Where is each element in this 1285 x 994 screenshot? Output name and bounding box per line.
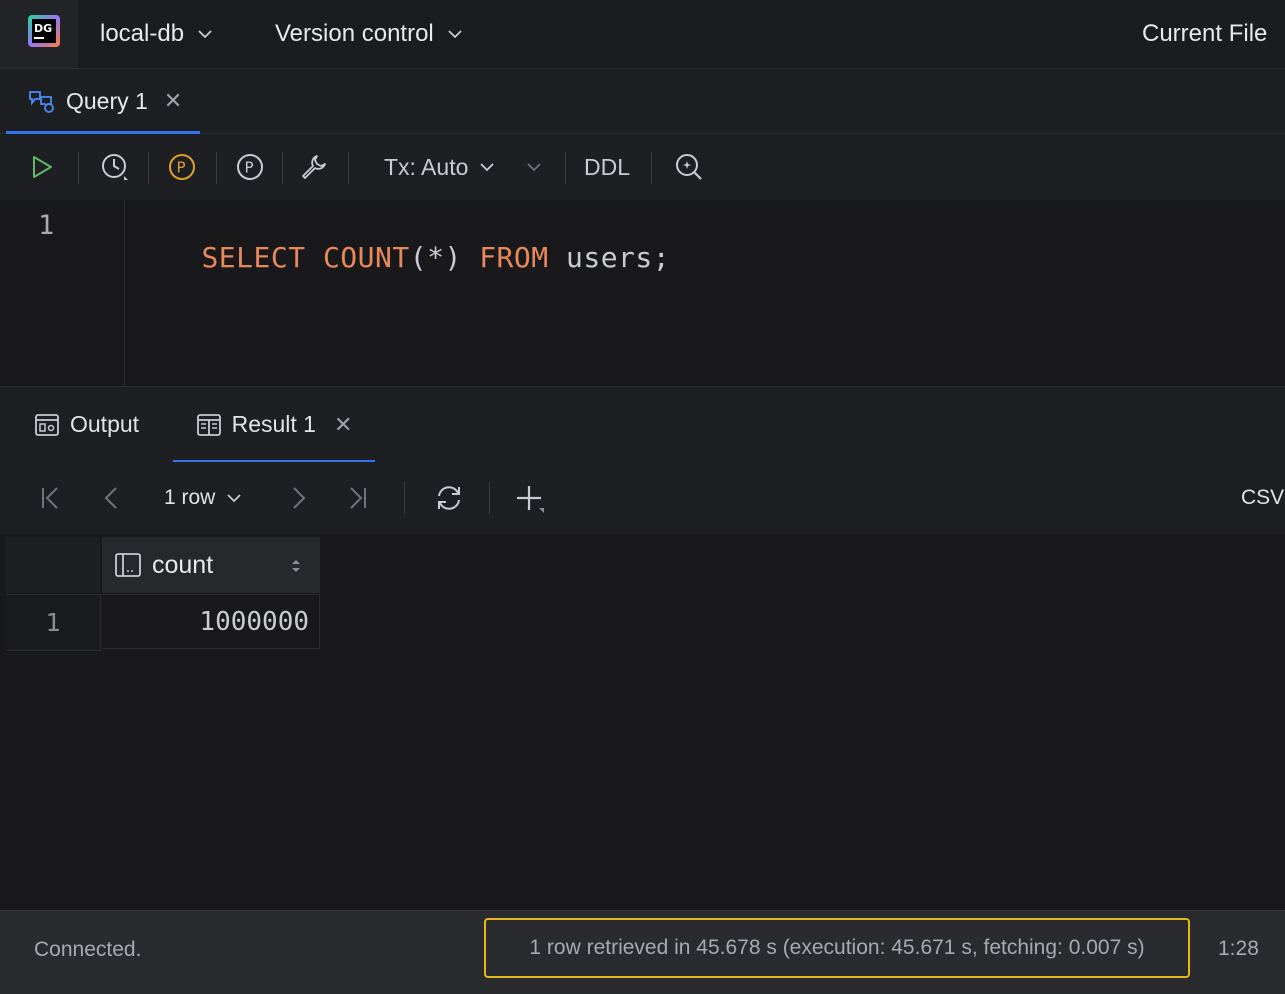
sql-keyword: FROM: [479, 241, 566, 274]
tab-label: Result 1: [231, 411, 316, 437]
previous-page-button[interactable]: [98, 462, 124, 534]
first-page-button[interactable]: [36, 462, 64, 534]
row-number[interactable]: 1: [6, 594, 101, 651]
title-bar: DG local-db Version control Current File: [0, 0, 1285, 69]
add-row-button[interactable]: [512, 462, 546, 534]
chevron-left-icon: [104, 487, 117, 509]
sql-function: COUNT: [322, 241, 410, 274]
result-grid: count 1 1000000: [0, 534, 1285, 910]
results-tab-bar: Output Result 1 ✕: [0, 386, 1285, 463]
close-icon[interactable]: ✕: [334, 412, 352, 438]
row-number-header[interactable]: [6, 537, 100, 593]
export-format-button[interactable]: CSV: [1241, 462, 1284, 534]
tab-query-1[interactable]: Query 1 ✕: [6, 69, 200, 134]
rows-selector[interactable]: 1 row: [164, 462, 241, 534]
line-number: 1: [38, 210, 55, 241]
vcs-menu[interactable]: Version control: [275, 0, 462, 68]
query-result-message[interactable]: 1 row retrieved in 45.678 s (execution: …: [484, 918, 1190, 978]
toolbar-separator: [489, 482, 490, 514]
project-selector[interactable]: local-db: [100, 0, 212, 68]
run-config-selector[interactable]: Current File: [1142, 0, 1267, 68]
connection-status: Connected.: [34, 938, 142, 961]
sql-editor[interactable]: 1 SELECT COUNT(*) FROM users;: [0, 200, 1285, 386]
table-icon: [196, 413, 221, 436]
editor-tab-bar: Query 1 ✕: [0, 69, 1285, 134]
explain-raw-icon: P: [237, 154, 263, 180]
settings-button[interactable]: [296, 134, 332, 200]
export-label: CSV: [1241, 486, 1285, 509]
explain-plan-icon: P: [169, 154, 195, 180]
code-line[interactable]: SELECT COUNT(*) FROM users;: [132, 208, 670, 307]
chevron-down-icon: [198, 30, 212, 39]
status-bar: Connected. 1 row retrieved in 45.678 s (…: [0, 910, 1285, 994]
tx-label: Tx: Auto: [384, 153, 469, 180]
toolbar-separator: [216, 152, 217, 184]
refresh-icon: [438, 486, 460, 510]
column-icon: [115, 553, 141, 577]
toolbar-separator: [78, 152, 79, 184]
sort-icon[interactable]: [290, 557, 302, 575]
last-page-icon: [350, 487, 366, 509]
tab-label: Output: [70, 411, 140, 437]
table-cell[interactable]: 1000000: [102, 594, 320, 649]
svg-text:P: P: [245, 159, 254, 177]
svg-text:P: P: [177, 159, 186, 177]
transaction-mode-selector[interactable]: Tx: Auto: [384, 134, 495, 200]
explain-plan-button[interactable]: P: [164, 134, 200, 200]
close-icon[interactable]: ✕: [164, 88, 182, 114]
run-config-label: Current File: [1142, 20, 1268, 47]
run-button[interactable]: [24, 134, 60, 200]
history-button[interactable]: [96, 134, 134, 200]
explain-raw-button[interactable]: P: [232, 134, 268, 200]
toolbar-separator: [148, 152, 149, 184]
tab-label: Query 1: [66, 87, 148, 114]
clock-icon: [102, 154, 128, 180]
toolbar-separator: [565, 152, 566, 184]
refresh-button[interactable]: [432, 462, 466, 534]
vcs-label: Version control: [275, 20, 434, 47]
sql-identifier: users;: [565, 241, 671, 274]
datagrip-logo-icon: DG: [28, 15, 60, 47]
find-button[interactable]: [672, 134, 706, 200]
logo-text: DG: [34, 22, 52, 35]
chevron-down-icon: [480, 163, 495, 172]
first-page-icon: [42, 487, 58, 509]
chevron-down-icon: [448, 30, 462, 39]
toolbar-separator: [651, 152, 652, 184]
isolation-dropdown[interactable]: [524, 134, 544, 200]
chevron-right-icon: [293, 487, 306, 509]
ddl-label: DDL: [584, 153, 631, 180]
sql-keyword: SELECT: [201, 241, 323, 274]
toolbar-separator: [404, 482, 405, 514]
next-page-button[interactable]: [286, 462, 312, 534]
result-toolbar: 1 row CSV: [0, 462, 1285, 534]
line-gutter: 1: [0, 200, 125, 386]
toolbar-separator: [282, 152, 283, 184]
toolbar-separator: [348, 152, 349, 184]
ddl-button[interactable]: DDL: [584, 134, 630, 200]
rows-label: 1 row: [164, 486, 216, 509]
output-icon: [35, 413, 59, 436]
magnifier-icon: [676, 154, 702, 180]
editor-toolbar: P P Tx: Auto DDL: [0, 134, 1285, 200]
plus-icon: [517, 486, 544, 513]
project-name: local-db: [100, 20, 185, 47]
last-page-button[interactable]: [344, 462, 372, 534]
play-icon: [33, 156, 52, 178]
column-header[interactable]: count: [102, 537, 320, 593]
column-name: count: [152, 550, 214, 579]
tab-result-1[interactable]: Result 1 ✕: [173, 387, 375, 463]
caret-position[interactable]: 1:28: [1218, 911, 1259, 987]
wrench-icon: [302, 155, 326, 179]
logo-area[interactable]: DG: [0, 0, 78, 68]
chevron-down-icon: [227, 494, 241, 503]
console-icon: [29, 91, 54, 113]
chevron-down-icon: [527, 163, 541, 172]
tab-output[interactable]: Output: [34, 387, 139, 462]
sql-punctuation: (*): [409, 241, 480, 274]
